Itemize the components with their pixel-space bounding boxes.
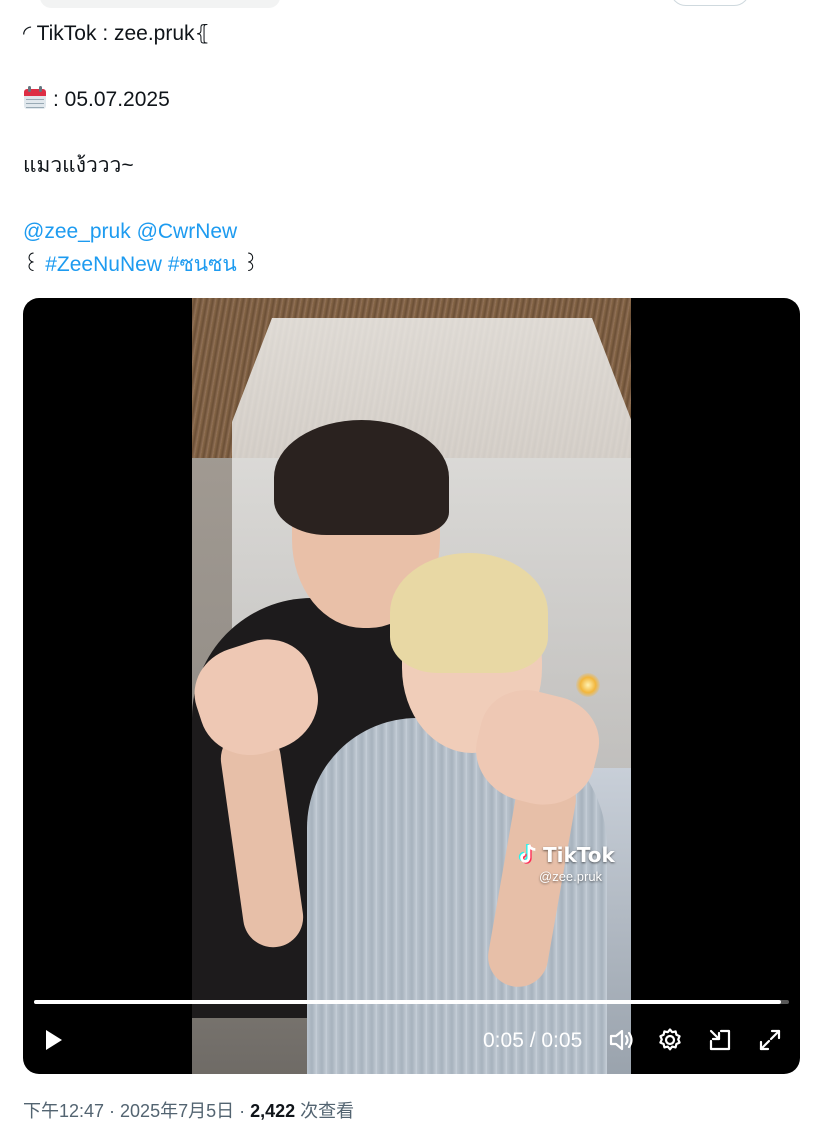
progress-fill: [34, 1000, 782, 1004]
play-button[interactable]: [37, 1024, 69, 1056]
fullscreen-icon: [759, 1029, 781, 1051]
watermark-title: TikTok: [543, 843, 615, 867]
follow-button-edge[interactable]: [670, 0, 750, 6]
source-line: ◜ TikTok : zee.pruk⦃: [23, 22, 210, 45]
views-count: 2,422: [250, 1101, 296, 1121]
timestamp-link[interactable]: 下午12:47 · 2025年7月5日 ·: [23, 1101, 250, 1121]
video-frame[interactable]: TikTok @zee.pruk: [192, 298, 631, 1074]
hashtags-line: ꒰ #ZeeNuNew #ซนซน ꒱: [23, 248, 803, 281]
tweet-metadata: 下午12:47 · 2025年7月5日 · 2,422 次查看: [23, 1097, 354, 1125]
volume-icon: [609, 1029, 633, 1051]
calendar-icon: [23, 86, 47, 110]
caption-line: แมวแง้ววว~: [23, 154, 134, 177]
tiktok-note-icon: [518, 844, 536, 864]
play-icon: [46, 1030, 62, 1050]
video-player[interactable]: TikTok @zee.pruk 0:05 / 0:05: [23, 298, 800, 1074]
picture-in-picture-icon: [709, 1029, 731, 1051]
volume-button[interactable]: [605, 1024, 637, 1056]
tweet-body: ◜ TikTok : zee.pruk⦃ : 05.07.2025 แมวแง้…: [23, 17, 803, 281]
author-row-blur: [40, 0, 280, 8]
settings-icon: [659, 1028, 681, 1051]
views-label: 次查看: [295, 1101, 355, 1121]
watermark-handle: @zee.pruk: [539, 869, 603, 884]
tiktok-watermark: TikTok @zee.pruk: [517, 843, 615, 884]
video-controls: 0:05 / 0:05: [23, 1020, 800, 1066]
mentions-line: @zee_pruk @CwrNew: [23, 215, 803, 248]
hashtag-link-sonson[interactable]: #ซนซน: [168, 253, 237, 276]
date-line: : 05.07.2025: [23, 83, 803, 116]
settings-button[interactable]: [654, 1024, 686, 1056]
brace-open: ꒰: [23, 253, 40, 276]
progress-bar[interactable]: [34, 1000, 789, 1004]
brace-close: ꒱: [242, 253, 259, 276]
header-remnant: [0, 0, 825, 12]
hashtag-link-zeenunew[interactable]: #ZeeNuNew: [45, 253, 162, 276]
mention-link-cwrnew[interactable]: @CwrNew: [137, 220, 238, 243]
mention-link-zee-pruk[interactable]: @zee_pruk: [23, 220, 131, 243]
picture-in-picture-button[interactable]: [704, 1024, 736, 1056]
date-text: : 05.07.2025: [53, 88, 170, 111]
fullscreen-button[interactable]: [754, 1024, 786, 1056]
time-display: 0:05 / 0:05: [483, 1029, 583, 1052]
